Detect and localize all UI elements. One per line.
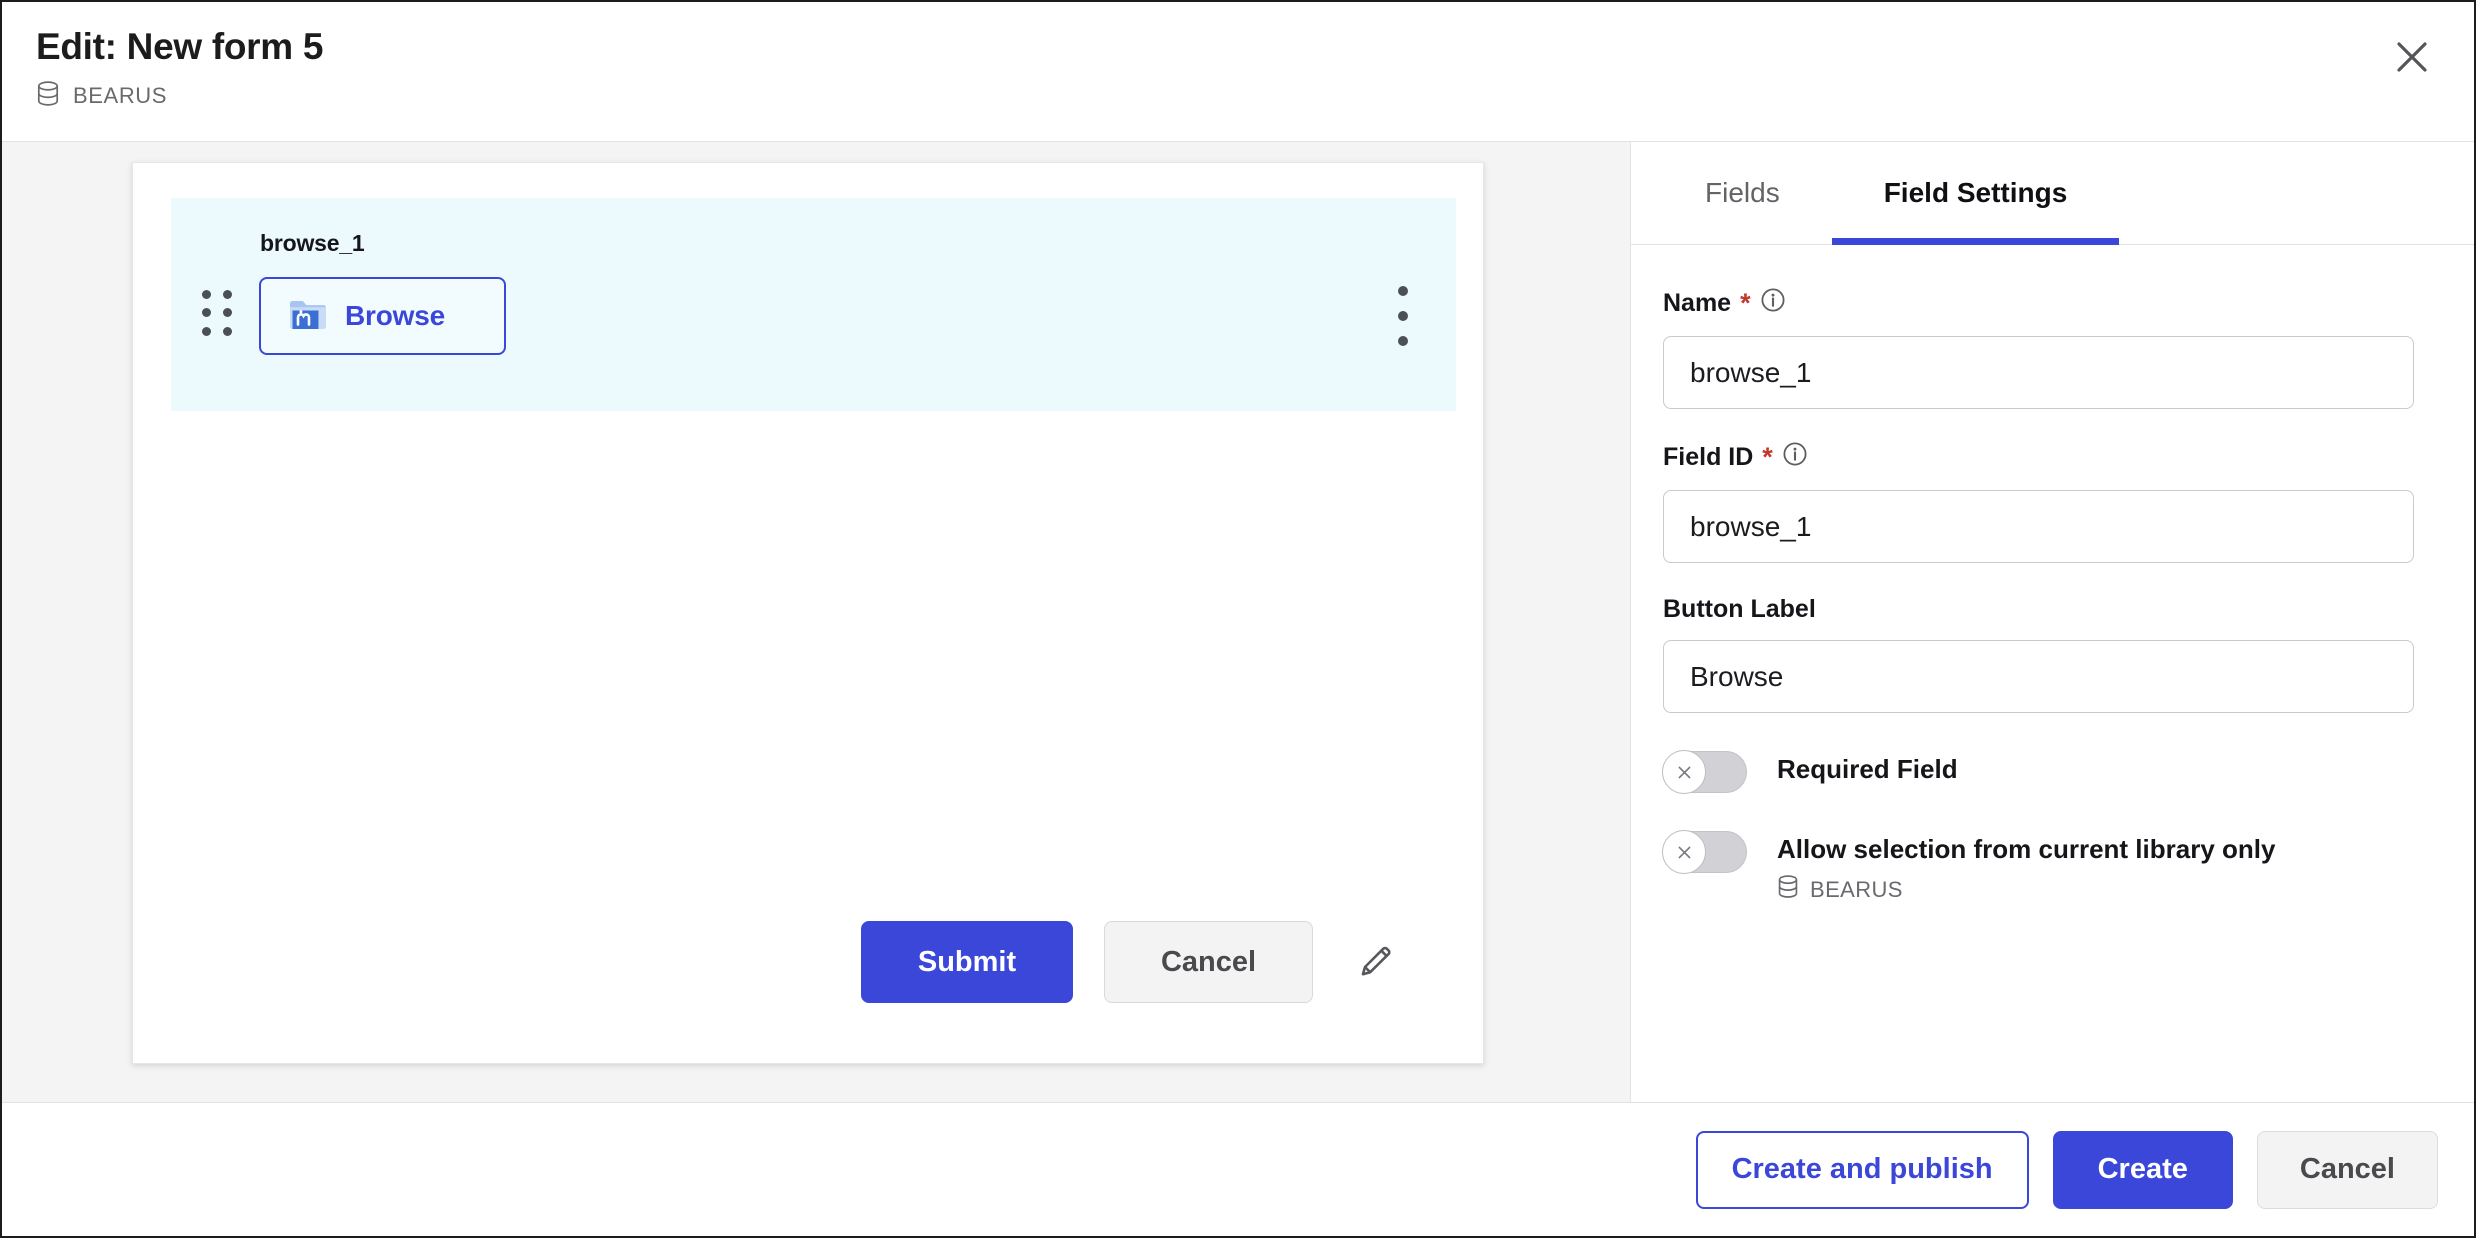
kebab-menu-icon[interactable] <box>1392 286 1414 346</box>
browse-button-label: Browse <box>345 300 445 331</box>
form-editor-window: Edit: New form 5 BEARUS browse_1 Browse … <box>0 0 2476 1238</box>
required-marker: * <box>1740 288 1751 318</box>
allow-selection-toggle[interactable] <box>1662 830 1747 874</box>
name-field-group: Name * <box>1663 287 2414 409</box>
folder-moodle-icon <box>287 295 329 338</box>
page-title: Edit: New form 5 <box>36 26 324 67</box>
tab-field-settings[interactable]: Field Settings <box>1831 142 2120 245</box>
window-header: Edit: New form 5 BEARUS <box>2 2 2474 142</box>
close-icon <box>2395 40 2429 77</box>
allow-selection-label: Allow selection from current library onl… <box>1777 834 2276 864</box>
form-canvas: browse_1 Browse Submit Cancel <box>2 142 1631 1102</box>
allow-selection-texts: Allow selection from current library onl… <box>1777 831 2275 904</box>
form-preview-actions: Submit Cancel <box>133 921 1483 1003</box>
info-icon[interactable] <box>1760 287 1786 320</box>
close-button[interactable] <box>2384 30 2440 86</box>
submit-button[interactable]: Submit <box>861 921 1073 1003</box>
button-label-group: Button Label <box>1663 595 2414 713</box>
settings-panel: Fields Field Settings Name * browse_1 Fi… <box>1631 142 2474 1102</box>
tab-fields[interactable]: Fields <box>1653 142 1832 244</box>
database-icon <box>1777 875 1799 904</box>
required-field-toggle-row: Required Field <box>1662 750 2414 794</box>
field-id-label-row: Field ID * <box>1663 441 2414 474</box>
name-label: Name <box>1663 289 1732 317</box>
field-id-group: Field ID * <box>1663 441 2414 563</box>
x-icon <box>1662 830 1706 874</box>
create-button[interactable]: Create <box>2052 1130 2233 1209</box>
allow-selection-library: BEARUS <box>1777 875 2275 904</box>
edit-form-button[interactable] <box>1344 930 1408 994</box>
field-name-label: browse_1 <box>260 230 365 256</box>
name-input[interactable] <box>1663 336 2414 409</box>
required-marker: * <box>1762 442 1773 472</box>
field-id-input[interactable] <box>1663 490 2414 563</box>
form-preview-card: browse_1 Browse Submit Cancel <box>132 162 1484 1064</box>
required-field-label: Required Field <box>1777 754 1958 784</box>
panel-tabs: Fields Field Settings <box>1631 142 2474 245</box>
allow-selection-library-name: BEARUS <box>1810 876 1903 902</box>
form-field-browse-1[interactable]: browse_1 Browse <box>171 198 1456 411</box>
allow-selection-toggle-row: Allow selection from current library onl… <box>1662 830 2414 904</box>
create-and-publish-button[interactable]: Create and publish <box>1695 1130 2029 1209</box>
browse-button[interactable]: Browse <box>259 277 506 355</box>
library-breadcrumb: BEARUS <box>36 80 2434 112</box>
window-footer: Create and publish Create Cancel <box>2 1102 2474 1236</box>
name-label-row: Name * <box>1663 287 2414 320</box>
required-field-texts: Required Field <box>1777 751 1958 785</box>
pencil-icon <box>1354 939 1398 986</box>
button-label-label: Button Label <box>1663 595 1816 623</box>
field-id-label: Field ID <box>1663 443 1754 471</box>
database-icon <box>36 80 60 112</box>
editor-body: browse_1 Browse Submit Cancel Fields Fie… <box>2 142 2474 1102</box>
required-field-toggle[interactable] <box>1662 750 1747 794</box>
button-label-input[interactable] <box>1663 640 2414 713</box>
panel-body: Name * F <box>1631 245 2474 1102</box>
form-cancel-button[interactable]: Cancel <box>1104 921 1313 1003</box>
footer-cancel-button[interactable]: Cancel <box>2256 1130 2438 1209</box>
info-icon[interactable] <box>1782 441 1808 474</box>
drag-handle-icon[interactable] <box>202 290 236 338</box>
library-name: BEARUS <box>73 83 168 109</box>
button-label-label-row: Button Label <box>1663 595 2414 624</box>
x-icon <box>1662 750 1706 794</box>
